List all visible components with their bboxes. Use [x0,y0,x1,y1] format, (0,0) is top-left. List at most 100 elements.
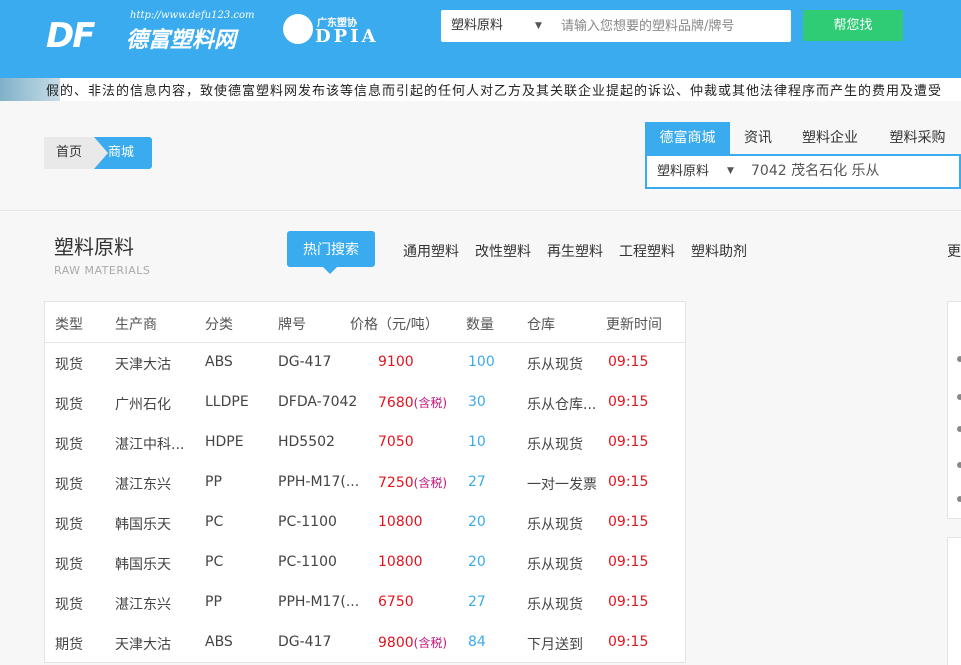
cell-store: 乐从现货 [527,517,583,533]
header-search-category[interactable]: 塑料原料 ▼ [441,10,551,42]
header-search-input[interactable] [551,10,791,42]
tab-news[interactable]: 资讯 [730,122,786,154]
cell-qty: 30 [468,394,486,410]
cell-price: 10800 [378,554,423,570]
cell-store: 乐从现货 [527,557,583,573]
col-price: 价格（元/吨） [350,317,439,333]
cell-grade: PC-1100 [278,554,337,570]
bullet-icon [957,394,961,400]
table-row[interactable]: 期货 天津大沽 ABS DG-417 9800(含税) 84 下月送到 09:15 [45,623,685,663]
right-search-category[interactable]: 塑料原料 [657,156,709,187]
cell-price: 9100 [378,354,414,370]
cell-type: 现货 [55,517,83,533]
price-value: 6750 [378,594,414,610]
cell-qty: 20 [468,514,486,530]
hot-search-tab[interactable]: 热门搜索 [287,231,375,274]
cell-maker: 韩国乐天 [115,557,171,573]
cell-qty: 27 [468,594,486,610]
cell-grade: HD5502 [278,434,335,450]
category-engineering-plastics[interactable]: 工程塑料 [619,241,675,261]
cell-grade: PPH-M17(... [278,594,360,610]
tab-defu-mall[interactable]: 德富商城 [645,122,730,154]
cell-time: 09:15 [608,594,649,610]
cell-qty: 27 [468,474,486,490]
bullet-icon [957,462,961,468]
cell-type: 现货 [55,357,83,373]
cell-grade: DFDA-7042 [278,394,358,410]
cell-maker: 天津大沽 [115,637,171,653]
cell-type: 现货 [55,597,83,613]
bullet-icon [957,496,961,502]
table-row[interactable]: 现货 湛江东兴 PP PPH-M17(... 7250(含税) 27 一对一发票 09:15 [45,463,685,503]
cell-maker: 湛江东兴 [115,477,171,493]
cell-store: 一对一发票 [527,477,597,493]
price-value: 10800 [378,554,423,570]
side-card-2 [947,537,961,665]
cell-price: 7050 [378,434,414,450]
table-row[interactable]: 现货 天津大沽 ABS DG-417 9100 100 乐从现货 09:15 [45,343,685,383]
cell-time: 09:15 [608,634,649,650]
cell-time: 09:15 [608,514,649,530]
table-row[interactable]: 现货 湛江东兴 PP PPH-M17(... 6750 27 乐从现货 09:15 [45,583,685,623]
cell-grade: PC-1100 [278,514,337,530]
price-value: 7250 [378,475,414,491]
breadcrumb-current[interactable]: 商城 [94,137,152,169]
category-recycled-plastics[interactable]: 再生塑料 [547,241,603,261]
defu-logo[interactable]: http://www.defu123.com DF 德富塑料网 [46,10,256,56]
bullet-icon [957,356,961,362]
cell-grade: DG-417 [278,354,332,370]
logo-name: 德富塑料网 [126,28,237,53]
price-value: 9800 [378,635,414,651]
breadcrumb-home[interactable]: 首页 [44,137,108,169]
cell-grade: DG-417 [278,634,332,650]
header-search: 塑料原料 ▼ [441,10,791,42]
price-value: 7050 [378,434,414,450]
cell-time: 09:15 [608,434,649,450]
caret-down-icon: ▼ [535,21,542,31]
cell-class: PP [205,474,222,490]
table-row[interactable]: 现货 广州石化 LLDPE DFDA-7042 7680(含税) 30 乐从仓库... 09:… [45,383,685,423]
cell-class: LLDPE [205,394,249,410]
cell-maker: 天津大沽 [115,357,171,373]
table-row[interactable]: 现货 韩国乐天 PC PC-1100 10800 20 乐从现货 09:15 [45,543,685,583]
dpia-logo[interactable]: 广东塑协 DPIA [283,12,393,48]
tab-plastic-purchase[interactable]: 塑料采购 [874,122,961,154]
cell-type: 现货 [55,477,83,493]
side-card [947,301,961,519]
section-title: 塑料原料 [54,235,134,259]
find-for-you-button[interactable]: 帮您找 [803,10,903,41]
category-general-plastics[interactable]: 通用塑料 [403,241,459,261]
tax-included-label: (含税) [413,396,448,410]
dpia-en-name: DPIA [315,26,379,47]
caret-down-icon: ▼ [727,166,734,176]
cell-qty: 20 [468,554,486,570]
cell-qty: 84 [468,634,486,650]
right-search-tabs: 德富商城 资讯 塑料企业 塑料采购 [645,122,961,154]
col-store: 仓库 [527,317,555,333]
more-link[interactable]: 更 [947,241,961,261]
right-search-box: 塑料原料 ▼ 7042 茂名石化 乐从 [645,154,961,189]
cell-grade: PPH-M17(... [278,474,360,490]
logo-mark: DF [46,16,95,56]
cell-store: 乐从现货 [527,597,583,613]
cell-type: 现货 [55,397,83,413]
section-subtitle: RAW MATERIALS [54,264,151,277]
cell-class: PC [205,514,224,530]
tab-plastic-companies[interactable]: 塑料企业 [786,122,874,154]
cell-price: 6750 [378,594,414,610]
right-search-input[interactable]: 7042 茂名石化 乐从 [751,156,880,187]
cell-type: 现货 [55,557,83,573]
cell-maker: 广州石化 [115,397,171,413]
cell-store: 乐从现货 [527,437,583,453]
table-row[interactable]: 现货 韩国乐天 PC PC-1100 10800 20 乐从现货 09:15 [45,503,685,543]
cell-store: 下月送到 [527,637,583,653]
cell-type: 期货 [55,637,83,653]
dpia-emblem-icon [283,14,313,44]
cell-store: 乐从仓库... [527,397,597,413]
table-row[interactable]: 现货 湛江中科... HDPE HD5502 7050 10 乐从现货 09:15 [45,423,685,463]
cell-class: PC [205,554,224,570]
category-plastic-additives[interactable]: 塑料助剂 [691,241,747,261]
table-header: 类型 生产商 分类 牌号 价格（元/吨） 数量 仓库 更新时间 [45,302,685,343]
category-modified-plastics[interactable]: 改性塑料 [475,241,531,261]
cell-class: ABS [205,354,233,370]
